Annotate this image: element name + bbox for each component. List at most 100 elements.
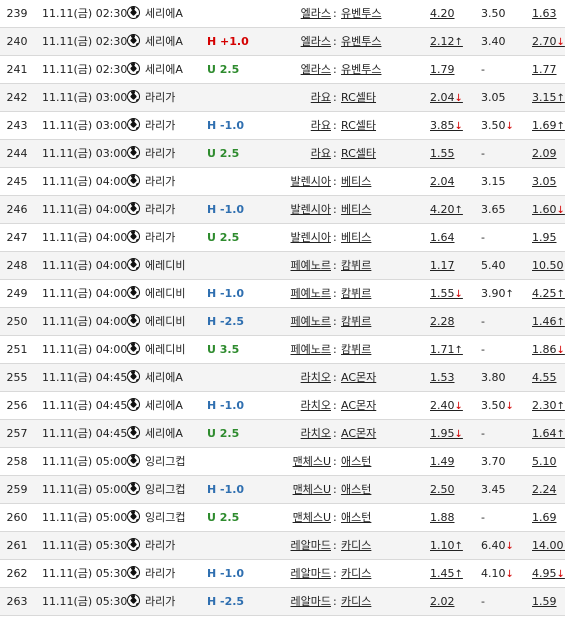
odds-draw[interactable]: 4.10↓: [481, 560, 514, 588]
odds-draw[interactable]: 3.70: [481, 448, 506, 475]
odds-win[interactable]: 3.85↓: [430, 112, 463, 140]
away-team-link[interactable]: 카디스: [341, 560, 371, 587]
home-team-link[interactable]: 발렌시아: [291, 196, 331, 223]
odds-lose[interactable]: 2.70↓: [532, 28, 565, 56]
home-team-link[interactable]: 레알마드: [291, 560, 331, 587]
away-team-link[interactable]: 유벤투스: [341, 56, 381, 83]
away-team-link[interactable]: 캄뷔르: [341, 308, 371, 335]
odds-lose[interactable]: 1.60↓: [532, 196, 565, 224]
away-team-link[interactable]: 유벤투스: [341, 28, 381, 55]
odds-draw[interactable]: 3.50↓: [481, 392, 514, 420]
odds-win[interactable]: 2.28: [430, 308, 455, 335]
odds-win[interactable]: 2.12↑: [430, 28, 463, 56]
odds-draw[interactable]: 3.90↑: [481, 280, 514, 308]
home-team-link[interactable]: 라요: [311, 84, 331, 111]
odds-draw[interactable]: 3.45: [481, 476, 506, 503]
odds-draw[interactable]: 6.40↓: [481, 532, 514, 560]
home-team-link[interactable]: 맨체스U: [293, 504, 331, 531]
home-team-link[interactable]: 엘라스: [301, 56, 331, 83]
home-team-link[interactable]: 라치오: [301, 392, 331, 419]
away-team-link[interactable]: 애스턴: [341, 448, 371, 475]
odds-lose[interactable]: 1.77: [532, 56, 557, 83]
home-team-link[interactable]: 페예노르: [291, 308, 331, 335]
odds-win[interactable]: 1.17: [430, 252, 455, 279]
odds-lose[interactable]: 14.00↓: [532, 532, 565, 560]
home-team-link[interactable]: 라요: [311, 140, 331, 167]
away-team-link[interactable]: 캄뷔르: [341, 280, 371, 307]
odds-lose[interactable]: 4.25↑: [532, 280, 565, 308]
away-team-link[interactable]: 카디스: [341, 532, 371, 559]
odds-win[interactable]: 1.45↑: [430, 560, 463, 588]
home-team-link[interactable]: 라요: [311, 112, 331, 139]
odds-win[interactable]: 1.49: [430, 448, 455, 475]
odds-lose[interactable]: 10.50: [532, 252, 564, 279]
odds-draw[interactable]: 3.05: [481, 84, 506, 111]
odds-lose[interactable]: 2.24: [532, 476, 557, 503]
home-team-link[interactable]: 페예노르: [291, 280, 331, 307]
odds-win[interactable]: 1.88: [430, 504, 455, 531]
away-team-link[interactable]: RC셀타: [341, 112, 376, 139]
odds-win[interactable]: 2.50: [430, 476, 455, 503]
odds-lose[interactable]: 3.15↑: [532, 84, 565, 112]
odds-win[interactable]: 2.02: [430, 588, 455, 615]
odds-draw[interactable]: 3.50: [481, 0, 506, 27]
odds-draw[interactable]: 3.50↓: [481, 112, 514, 140]
odds-win[interactable]: 1.71↑: [430, 336, 463, 364]
odds-win[interactable]: 1.53: [430, 364, 455, 391]
home-team-link[interactable]: 레알마드: [291, 532, 331, 559]
home-team-link[interactable]: 페예노르: [291, 252, 331, 279]
away-team-link[interactable]: 캄뷔르: [341, 252, 371, 279]
home-team-link[interactable]: 맨체스U: [293, 448, 331, 475]
odds-lose[interactable]: 1.69↑: [532, 112, 565, 140]
away-team-link[interactable]: 카디스: [341, 588, 371, 615]
odds-lose[interactable]: 4.55: [532, 364, 557, 391]
home-team-link[interactable]: 레알마드: [291, 588, 331, 615]
away-team-link[interactable]: 베티스: [341, 224, 371, 251]
away-team-link[interactable]: AC몬자: [341, 420, 376, 447]
home-team-link[interactable]: 맨체스U: [293, 476, 331, 503]
odds-lose[interactable]: 2.09: [532, 140, 557, 167]
odds-win[interactable]: 2.04↓: [430, 84, 463, 112]
away-team-link[interactable]: 유벤투스: [341, 0, 381, 27]
odds-lose[interactable]: 1.86↓: [532, 336, 565, 364]
home-team-link[interactable]: 발렌시아: [291, 224, 331, 251]
odds-win[interactable]: 1.64: [430, 224, 455, 251]
odds-lose[interactable]: 1.95: [532, 224, 557, 251]
away-team-link[interactable]: RC셀타: [341, 84, 376, 111]
home-team-link[interactable]: 엘라스: [301, 0, 331, 27]
home-team-link[interactable]: 엘라스: [301, 28, 331, 55]
odds-win[interactable]: 2.04: [430, 168, 455, 195]
odds-draw[interactable]: 3.15: [481, 168, 506, 195]
odds-lose[interactable]: 1.46↑: [532, 308, 565, 336]
odds-win[interactable]: 4.20: [430, 0, 455, 27]
odds-lose[interactable]: 2.30↑: [532, 392, 565, 420]
odds-lose[interactable]: 4.95↓: [532, 560, 565, 588]
away-team-link[interactable]: 베티스: [341, 168, 371, 195]
odds-win[interactable]: 1.95↓: [430, 420, 463, 448]
odds-lose[interactable]: 3.05: [532, 168, 557, 195]
odds-win[interactable]: 1.55↓: [430, 280, 463, 308]
home-team-link[interactable]: 발렌시아: [291, 168, 331, 195]
home-team-link[interactable]: 라치오: [301, 420, 331, 447]
away-team-link[interactable]: AC몬자: [341, 392, 376, 419]
odds-lose[interactable]: 1.69: [532, 504, 557, 531]
odds-win[interactable]: 1.79: [430, 56, 455, 83]
odds-win[interactable]: 1.10↑: [430, 532, 463, 560]
away-team-link[interactable]: 캄뷔르: [341, 336, 371, 363]
away-team-link[interactable]: AC몬자: [341, 364, 376, 391]
away-team-link[interactable]: 애스턴: [341, 476, 371, 503]
odds-draw[interactable]: 3.65: [481, 196, 506, 223]
odds-lose[interactable]: 1.59: [532, 588, 557, 615]
away-team-link[interactable]: 베티스: [341, 196, 371, 223]
odds-draw[interactable]: 3.80: [481, 364, 506, 391]
odds-lose[interactable]: 1.64↑: [532, 420, 565, 448]
home-team-link[interactable]: 페예노르: [291, 336, 331, 363]
away-team-link[interactable]: 애스턴: [341, 504, 371, 531]
odds-draw[interactable]: 3.40: [481, 28, 506, 55]
home-team-link[interactable]: 라치오: [301, 364, 331, 391]
away-team-link[interactable]: RC셀타: [341, 140, 376, 167]
odds-win[interactable]: 2.40↓: [430, 392, 463, 420]
odds-win[interactable]: 4.20↑: [430, 196, 463, 224]
odds-lose[interactable]: 5.10: [532, 448, 557, 475]
odds-lose[interactable]: 1.63: [532, 0, 557, 27]
